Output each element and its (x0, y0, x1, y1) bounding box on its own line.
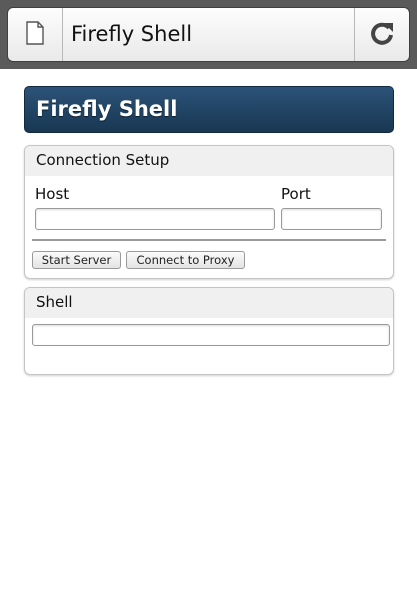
browser-toolbar: Firefly Shell (0, 0, 417, 69)
page-title: Firefly Shell (24, 86, 394, 133)
shell-input[interactable] (32, 324, 390, 346)
host-label: Host (35, 185, 70, 203)
reload-icon (369, 20, 395, 50)
port-label: Port (281, 185, 311, 203)
shell-heading: Shell (25, 288, 393, 318)
port-input[interactable] (281, 208, 382, 230)
start-server-button[interactable]: Start Server (32, 251, 121, 269)
connection-setup-heading: Connection Setup (25, 146, 393, 176)
page-info-button[interactable] (8, 8, 63, 61)
connect-to-proxy-button[interactable]: Connect to Proxy (126, 251, 245, 269)
connection-setup-panel: Connection Setup Host Port Start Server … (24, 145, 394, 279)
address-bar[interactable]: Firefly Shell (7, 7, 410, 62)
reload-button[interactable] (354, 8, 409, 61)
host-input[interactable] (35, 208, 275, 230)
page-icon (25, 20, 45, 49)
shell-panel: Shell (24, 287, 394, 375)
divider (32, 239, 386, 241)
page-title-text: Firefly Shell (71, 22, 193, 46)
